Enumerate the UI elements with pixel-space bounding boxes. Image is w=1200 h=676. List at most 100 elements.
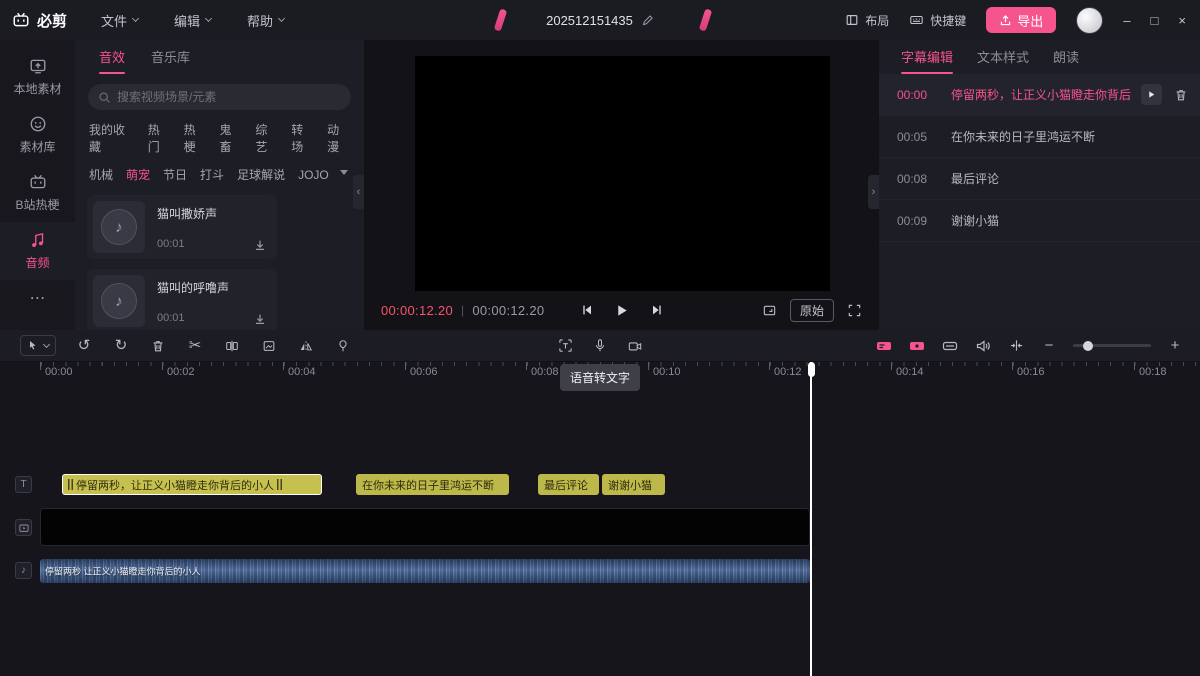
category-chip[interactable]: 机械 [89,166,113,183]
playhead[interactable] [810,362,812,676]
subtitle-row[interactable]: 00:00 停留两秒，让正义小猫瞪走你背后的小 [879,74,1200,116]
subtitle-row[interactable]: 00:05 在你未来的日子里鸿运不断 [879,116,1200,158]
subtitle-row[interactable]: 00:08 最后评论 [879,158,1200,200]
mirror-icon [299,339,313,353]
undo-button[interactable]: ↺ [75,337,93,355]
maximize-button[interactable]: □ [1151,13,1159,28]
category-chip[interactable]: 节日 [163,166,187,183]
zoom-out-button[interactable]: − [1040,337,1058,355]
next-frame-button[interactable] [649,303,663,317]
app-logo[interactable]: 必剪 [12,10,67,31]
sidebar-item-bilibili-memes[interactable]: B站热梗 [0,164,75,222]
category-chip[interactable]: 足球解说 [237,166,285,183]
text-clip-selected[interactable]: 停留两秒，让正义小猫瞪走你背后的小人 [62,474,322,495]
tab-subtitle-edit[interactable]: 字幕编辑 [901,47,953,66]
category-expand-icon[interactable] [340,170,348,175]
zoom-in-button[interactable]: + [1166,337,1184,355]
menu-edit[interactable]: 编辑 [174,11,211,30]
snap-playhead-button[interactable] [1007,337,1025,355]
decor-brush-left [494,8,507,31]
playhead-handle[interactable] [808,362,815,377]
category-chip[interactable]: JOJO [298,168,329,182]
text-track-header[interactable]: T [15,476,32,493]
collapse-panel-handle[interactable]: ‹ [353,175,364,209]
category-chip[interactable]: 热门 [148,121,171,155]
delete-button[interactable] [149,337,167,355]
video-track-header[interactable] [15,519,32,536]
sound-card[interactable]: ♪ 猫叫撒娇声 00:01 [87,195,277,259]
ratio-icon[interactable] [762,303,777,318]
clip-right-handle[interactable] [277,479,282,490]
category-chip[interactable]: 打斗 [200,166,224,183]
sidebar-item-label: B站热梗 [15,196,59,213]
zoom-slider[interactable] [1073,344,1151,347]
project-title-group: 202512151435 [546,13,654,28]
category-row-1: 我的收藏 热门 热梗 鬼畜 综艺 转场 动漫 [75,110,364,155]
avatar[interactable] [1076,7,1103,34]
toggle-effect-track-button[interactable] [941,337,959,355]
sidebar-item-library[interactable]: 素材库 [0,106,75,164]
menu-file[interactable]: 文件 [101,11,138,30]
split-button[interactable] [223,337,241,355]
clip-left-handle[interactable] [68,479,73,490]
tab-text-style[interactable]: 文本样式 [977,47,1029,66]
menu-help[interactable]: 帮助 [247,11,284,30]
delete-subtitle-button[interactable] [1174,88,1188,102]
toggle-subtitle-track-button[interactable] [875,337,893,355]
sidebar-more-button[interactable]: ⋯ [30,280,46,316]
download-icon[interactable] [253,312,267,326]
play-button[interactable] [614,303,629,318]
video-canvas[interactable] [415,56,830,291]
sidebar-item-audio[interactable]: 音频 [0,222,75,280]
text-clip[interactable]: 最后评论 [538,474,599,495]
play-icon [1147,90,1156,99]
search-input[interactable] [117,90,341,104]
category-chip[interactable]: 热梗 [184,121,207,155]
layout-label: 布局 [865,12,889,29]
download-icon[interactable] [253,238,267,252]
original-quality-button[interactable]: 原始 [790,299,834,322]
text-clip[interactable]: 谢谢小猫 [602,474,665,495]
category-chip[interactable]: 我的收藏 [89,121,135,155]
cut-button[interactable]: ✂ [186,337,204,355]
export-button[interactable]: 导出 [986,7,1056,33]
layout-button[interactable]: 布局 [845,12,889,29]
project-title: 202512151435 [546,13,633,28]
tab-music-library[interactable]: 音乐库 [151,47,190,66]
marker-button[interactable] [334,337,352,355]
record-screen-button[interactable] [626,337,644,355]
expand-panel-handle[interactable]: › [868,175,879,209]
trash-icon [151,339,165,353]
category-chip[interactable]: 动漫 [327,121,350,155]
category-chip[interactable]: 鬼畜 [219,121,242,155]
select-tool-button[interactable] [20,335,56,356]
rename-icon[interactable] [641,14,654,27]
toggle-sticker-track-button[interactable] [908,337,926,355]
close-button[interactable]: × [1178,13,1186,28]
audio-clip[interactable]: 停留两秒 让正义小猫瞪走你背后的小人 [40,559,810,583]
tab-read-aloud[interactable]: 朗读 [1053,47,1079,66]
sidebar-item-local-media[interactable]: 本地素材 [0,48,75,106]
shortcuts-button[interactable]: 快捷键 [909,12,966,29]
play-subtitle-button[interactable] [1141,84,1162,105]
redo-button[interactable]: ↻ [112,337,130,355]
fullscreen-icon[interactable] [847,303,862,318]
minimize-button[interactable]: – [1123,13,1130,28]
category-chip[interactable]: 转场 [291,121,314,155]
speech-to-text-button[interactable] [556,337,574,355]
audio-track-header[interactable]: ♪ [15,562,32,579]
mirror-button[interactable] [297,337,315,355]
category-chip-active[interactable]: 萌宠 [126,166,150,183]
freeze-frame-button[interactable] [260,337,278,355]
record-voice-button[interactable] [591,337,609,355]
zoom-slider-knob[interactable] [1083,341,1093,351]
toggle-audio-track-button[interactable] [974,337,992,355]
sound-card[interactable]: ♪ 猫叫的呼噜声 00:01 [87,269,277,333]
subtitle-row[interactable]: 00:09 谢谢小猫 [879,200,1200,242]
text-clip[interactable]: 在你未来的日子里鸿运不断 [356,474,509,495]
tab-sound-effects[interactable]: 音效 [99,47,125,66]
previous-frame-button[interactable] [580,303,594,317]
library-icon [29,115,47,133]
category-chip[interactable]: 综艺 [255,121,278,155]
video-clip[interactable] [40,508,810,546]
